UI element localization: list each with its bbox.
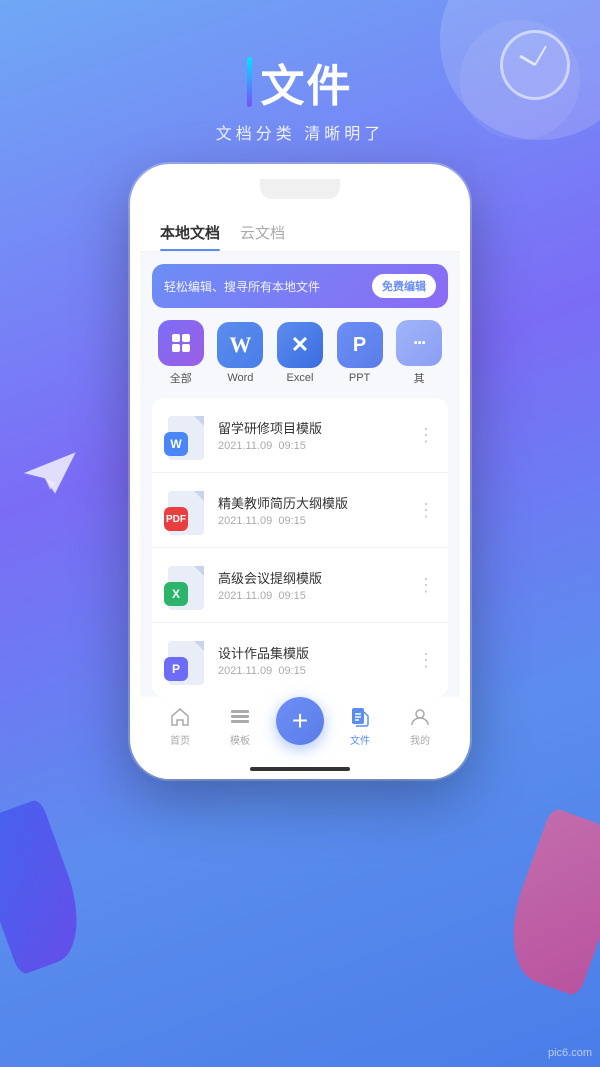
file-info-3: 设计作品集模版 2021.11.09 09:15 (218, 643, 407, 677)
header-title-container: 文件 (216, 50, 384, 114)
file-icon-3: P (164, 635, 208, 685)
file-type-ppt[interactable]: P PPT (333, 322, 387, 384)
phone-notch (260, 179, 340, 199)
header: 文件 文档分类 清晰明了 (216, 0, 384, 144)
profile-icon (408, 705, 432, 729)
header-accent-bar (247, 57, 252, 107)
search-banner[interactable]: 轻松编辑、搜寻所有本地文件 免费编辑 (152, 264, 448, 308)
paper-plane-icon (20, 448, 80, 498)
file-type-all[interactable]: 全部 (154, 320, 208, 386)
nav-template-label: 模板 (230, 732, 250, 747)
file-item-0[interactable]: W 留学研修项目模版 2021.11.09 09:15 ⋮ (152, 398, 448, 473)
clock-hour-hand (519, 55, 536, 67)
nav-files[interactable]: 文件 (330, 705, 390, 747)
file-excel-icon-2: X (164, 582, 188, 606)
file-more-0[interactable]: ⋮ (417, 425, 436, 446)
file-item-2[interactable]: X 高级会议提纲模版 2021.11.09 09:15 ⋮ (152, 548, 448, 623)
page-subtitle: 文档分类 清晰明了 (216, 120, 384, 144)
file-type-more[interactable]: ··· 其 (392, 320, 446, 386)
more-icon: ··· (396, 320, 442, 366)
file-icon-1: PDF (164, 485, 208, 535)
nav-home[interactable]: 首页 (150, 705, 210, 747)
nav-profile[interactable]: 我的 (390, 705, 450, 747)
file-name-1: 精美教师简历大纲模版 (218, 493, 407, 512)
all-icon (158, 320, 204, 366)
nav-profile-label: 我的 (410, 732, 430, 747)
ppt-icon: P (337, 322, 383, 368)
file-type-ppt-label: PPT (349, 372, 370, 384)
clock-decoration (500, 30, 570, 100)
file-meta-1: 2021.11.09 09:15 (218, 515, 407, 527)
nav-template[interactable]: 模板 (210, 705, 270, 747)
search-banner-text: 轻松编辑、搜寻所有本地文件 (164, 278, 320, 295)
bottom-indicator (250, 767, 350, 771)
word-icon: W (217, 322, 263, 368)
nav-files-label: 文件 (350, 732, 370, 747)
file-meta-2: 2021.11.09 09:15 (218, 590, 407, 602)
home-icon (168, 705, 192, 729)
clock-minute-hand (534, 45, 547, 65)
file-item-3[interactable]: P 设计作品集模版 2021.11.09 09:15 ⋮ (152, 623, 448, 697)
file-name-3: 设计作品集模版 (218, 643, 407, 662)
file-info-1: 精美教师简历大纲模版 2021.11.09 09:15 (218, 493, 407, 527)
file-pdf-icon-1: PDF (164, 507, 188, 531)
file-more-1[interactable]: ⋮ (417, 500, 436, 521)
free-edit-button[interactable]: 免费编辑 (372, 274, 436, 298)
watermark: pic6.com (548, 1047, 592, 1059)
file-list: W 留学研修项目模版 2021.11.09 09:15 ⋮ (152, 398, 448, 697)
file-item-1[interactable]: PDF 精美教师简历大纲模版 2021.11.09 09:15 ⋮ (152, 473, 448, 548)
fab-add-button[interactable]: + (276, 697, 324, 745)
file-name-0: 留学研修项目模版 (218, 418, 407, 437)
phone-mockup: 本地文档 云文档 轻松编辑、搜寻所有本地文件 免费编辑 (130, 164, 470, 779)
file-meta-0: 2021.11.09 09:15 (218, 440, 407, 452)
file-types-row: 全部 W Word ✕ Excel P (152, 320, 448, 386)
tab-cloud-docs[interactable]: 云文档 (240, 214, 285, 251)
file-info-2: 高级会议提纲模版 2021.11.09 09:15 (218, 568, 407, 602)
phone-bottom-bar (140, 759, 460, 779)
files-icon (348, 705, 372, 729)
file-ppt-icon-3: P (164, 657, 188, 681)
file-type-excel[interactable]: ✕ Excel (273, 322, 327, 384)
phone-container: 本地文档 云文档 轻松编辑、搜寻所有本地文件 免费编辑 (130, 164, 470, 1067)
tab-local-docs[interactable]: 本地文档 (160, 214, 220, 251)
leaf-pink-decoration (494, 807, 600, 998)
file-more-2[interactable]: ⋮ (417, 575, 436, 596)
phone-top (140, 174, 460, 204)
file-icon-2: X (164, 560, 208, 610)
file-info-0: 留学研修项目模版 2021.11.09 09:15 (218, 418, 407, 452)
file-type-all-label: 全部 (170, 370, 192, 386)
file-icon-0: W (164, 410, 208, 460)
file-word-icon-0: W (164, 432, 188, 456)
tab-bar: 本地文档 云文档 (140, 204, 460, 252)
file-type-more-label: 其 (414, 370, 425, 386)
file-meta-3: 2021.11.09 09:15 (218, 665, 407, 677)
file-more-3[interactable]: ⋮ (417, 650, 436, 671)
excel-icon: ✕ (277, 322, 323, 368)
page-title: 文件 (260, 50, 352, 114)
bottom-nav: 首页 模板 + (140, 697, 460, 759)
file-type-word[interactable]: W Word (214, 322, 268, 384)
file-type-excel-label: Excel (287, 372, 314, 384)
file-name-2: 高级会议提纲模版 (218, 568, 407, 587)
leaf-blue-decoration (0, 798, 95, 976)
content-area: 轻松编辑、搜寻所有本地文件 免费编辑 全部 (140, 252, 460, 697)
template-icon (228, 705, 252, 729)
nav-home-label: 首页 (170, 732, 190, 747)
nav-fab-container: + (270, 707, 330, 745)
file-type-word-label: Word (227, 372, 253, 384)
